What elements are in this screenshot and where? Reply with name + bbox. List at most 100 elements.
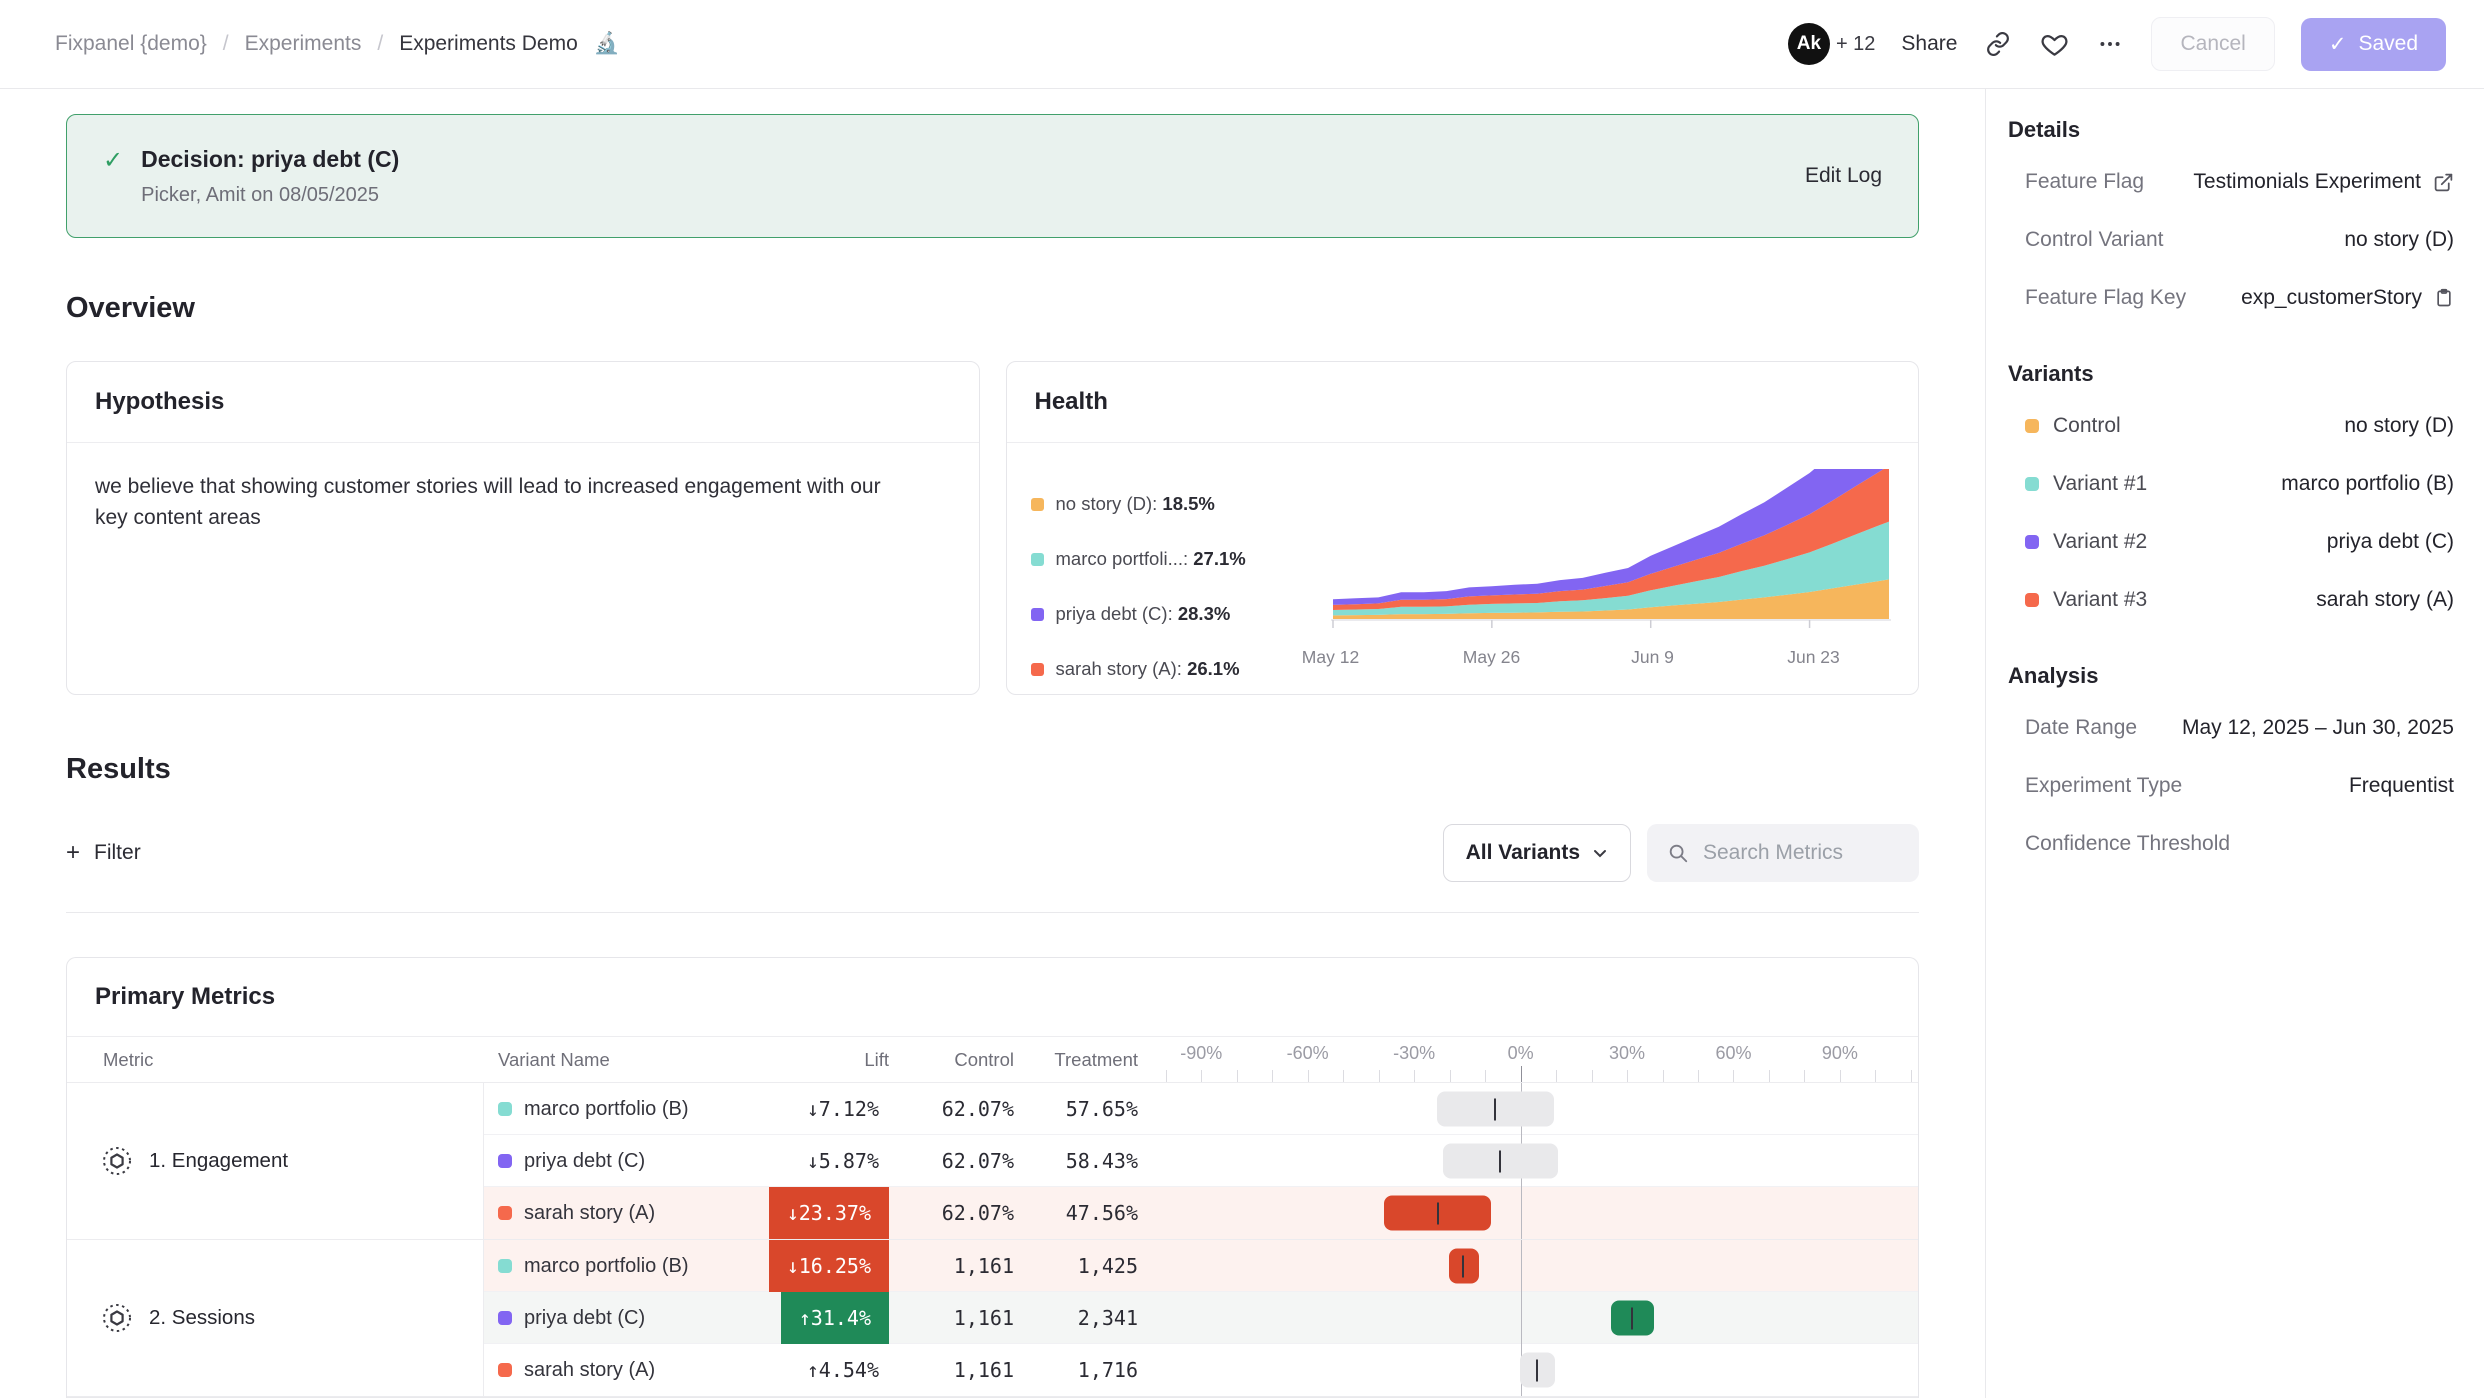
legend-swatch [1031,553,1044,566]
variant-row: Controlno story (D) [2008,397,2454,455]
breadcrumb-separator: / [223,32,229,56]
scale-tick [1733,1070,1734,1082]
breadcrumb-project[interactable]: Fixpanel {demo} [55,32,207,56]
point-estimate-marker [1437,1202,1439,1224]
metric-row[interactable]: sarah story (A) ↑4.54% 1,161 1,716 [484,1344,1918,1396]
cancel-button[interactable]: Cancel [2151,17,2274,71]
external-link-icon[interactable] [2433,172,2454,193]
scale-tick [1450,1070,1451,1082]
overview-heading: Overview [66,292,1919,325]
variant-slot-label: Variant #2 [2053,530,2147,554]
confidence-interval-cell [1148,1292,1918,1344]
variant-row: Variant #2 priya debt (C) [2008,513,2454,571]
confidence-interval-cell [1148,1240,1918,1292]
variant-row: Variant #3sarah story (A) [2008,571,2454,629]
lift-value: ↓7.12% [797,1097,889,1121]
section-divider [66,912,1919,913]
variant-color-swatch [2025,477,2039,491]
check-icon: ✓ [2329,32,2347,57]
favorite-heart-icon[interactable] [2039,29,2069,59]
top-bar: Fixpanel {demo} / Experiments / Experime… [0,0,2484,89]
variant-value: marco portfolio (B) [2281,472,2454,496]
treatment-value: 1,425 [1024,1254,1148,1278]
metric-name-cell[interactable]: 2. Sessions [67,1240,484,1396]
x-axis-tick-label: May 26 [1463,647,1520,668]
variant-slot-label: Variant #3 [2053,588,2147,612]
metric-group-engagement: 1. Engagement marco portfolio (B) ↓7.12%… [67,1083,1918,1240]
scale-tick [1343,1070,1344,1082]
scale-tick-label: 60% [1715,1043,1751,1064]
lift-value: ↓16.25% [769,1240,889,1292]
search-metrics-input[interactable] [1703,841,1893,865]
scale-tick [1237,1070,1238,1082]
avatar[interactable]: Ak [1788,23,1830,65]
metric-row[interactable]: marco portfolio (B) ↓7.12% 62.07% 57.65% [484,1083,1918,1135]
zero-line [1521,1187,1522,1239]
col-control: Control [899,1049,1024,1071]
metrics-search[interactable] [1647,824,1919,882]
health-title: Health [1007,362,1919,443]
detail-row-feature-flag-key: Feature Flag Key exp_customerStory [2008,269,2454,327]
scale-tick [1308,1070,1309,1082]
metric-row[interactable]: priya debt (C) ↓5.87% 62.07% 58.43% [484,1135,1918,1187]
saved-button[interactable]: ✓ Saved [2301,18,2446,71]
metric-row[interactable]: marco portfolio (B) ↓16.25% 1,161 1,425 [484,1240,1918,1292]
breadcrumb-current-page[interactable]: Experiments Demo [399,32,578,56]
copy-link-icon[interactable] [1983,29,2013,59]
legend-percent: 27.1% [1193,548,1245,569]
legend-item[interactable]: priya debt (C): 28.3% [1031,603,1331,625]
legend-swatch [1031,663,1044,676]
variant-value: priya debt (C) [2327,530,2454,554]
confidence-interval-bar [1449,1249,1480,1284]
legend-item[interactable]: sarah story (A): 26.1% [1031,658,1331,680]
scale-tick-label: 90% [1822,1043,1858,1064]
variants-dropdown[interactable]: All Variants [1443,824,1631,882]
metric-target-icon [101,1145,133,1177]
variant-slot-label: Variant #1 [2053,472,2147,496]
results-heading: Results [66,753,1919,786]
scale-tick-label: -90% [1180,1043,1222,1064]
scale-tick [1485,1070,1486,1082]
analysis-row-confidence-threshold: Confidence Threshold [2008,815,2454,873]
metric-row[interactable]: sarah story (A) ↓23.37% 62.07% 47.56% [484,1187,1918,1239]
hypothesis-title: Hypothesis [67,362,979,443]
lift-scale-axis: -90%-60%-30%0%30%60%90% [1148,1037,1918,1082]
variant-name: priya debt (C) [524,1307,645,1330]
metric-group-sessions: 2. Sessions marco portfolio (B) ↓16.25% … [67,1240,1918,1397]
variant-color-swatch [2025,593,2039,607]
hypothesis-text: we believe that showing customer stories… [67,443,927,561]
metric-row[interactable]: priya debt (C) ↑31.4% 1,161 2,341 [484,1292,1918,1344]
edit-log-button[interactable]: Edit Log [1805,164,1882,188]
legend-swatch [1031,498,1044,511]
breadcrumb: Fixpanel {demo} / Experiments / Experime… [55,32,620,56]
col-lift: Lift [749,1049,899,1071]
details-sidebar: Details Feature Flag Testimonials Experi… [1986,89,2484,1398]
variant-name: sarah story (A) [524,1359,655,1382]
variant-color-swatch [2025,419,2039,433]
legend-label: no story (D): [1056,493,1163,514]
treatment-value: 2,341 [1024,1306,1148,1330]
analysis-row-experiment-type: Experiment Type Frequentist [2008,757,2454,815]
scale-tick [1556,1070,1557,1082]
legend-item[interactable]: marco portfoli...: 27.1% [1031,548,1331,570]
control-value: 62.07% [899,1201,1024,1225]
breadcrumb-experiments[interactable]: Experiments [245,32,362,56]
add-filter-button[interactable]: + Filter [66,839,141,867]
variant-color-swatch [498,1363,512,1377]
share-button[interactable]: Share [1901,32,1957,56]
more-options-icon[interactable] [2095,29,2125,59]
collaborators[interactable]: Ak + 12 [1788,23,1875,65]
variant-name: marco portfolio (B) [524,1098,689,1121]
metric-name-cell[interactable]: 1. Engagement [67,1083,484,1239]
confidence-interval-cell [1148,1187,1918,1239]
primary-metrics-card: Primary Metrics Metric Variant Name Lift… [66,957,1919,1398]
detail-row-control-variant: Control Variant no story (D) [2008,211,2454,269]
x-axis-tick-label: Jun 9 [1631,647,1674,668]
scale-tick [1663,1070,1664,1082]
legend-percent: 28.3% [1178,603,1230,624]
scale-tick [1627,1070,1628,1082]
plus-icon: + [66,839,80,867]
confidence-interval-cell [1148,1083,1918,1135]
legend-item[interactable]: no story (D): 18.5% [1031,493,1331,515]
clipboard-copy-icon[interactable] [2434,288,2454,308]
